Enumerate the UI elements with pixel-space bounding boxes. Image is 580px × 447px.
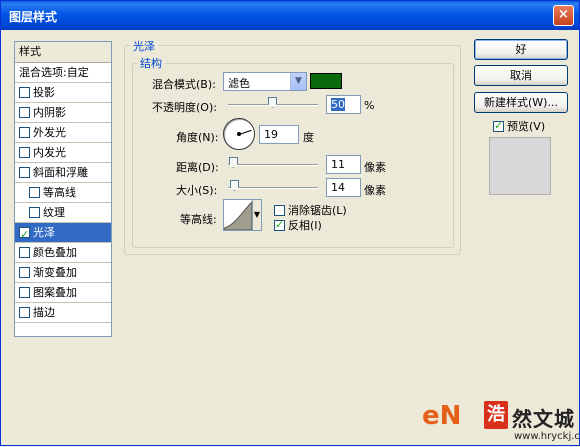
style-list-item[interactable]: 混合选项:自定 [15, 63, 111, 83]
distance-input[interactable]: 11 [326, 155, 361, 174]
style-item-checkbox[interactable] [19, 247, 30, 258]
style-item-label: 描边 [33, 306, 55, 319]
cancel-button[interactable]: 取消 [474, 65, 568, 86]
contour-curve-icon [223, 200, 253, 231]
watermark-name: 然文城 [512, 407, 575, 431]
angle-dial-hub [237, 132, 241, 136]
style-item-checkbox[interactable] [19, 147, 30, 158]
antialias-label: 消除锯齿(L) [288, 204, 347, 217]
opacity-unit: % [364, 99, 375, 112]
style-item-checkbox[interactable] [19, 127, 30, 138]
style-item-label: 颜色叠加 [33, 246, 77, 259]
watermark-brand-prefix: eN [422, 401, 462, 431]
angle-unit: 度 [303, 131, 314, 144]
style-list-item[interactable]: 图案叠加 [15, 283, 111, 303]
style-item-label: 内发光 [33, 146, 66, 159]
distance-unit: 像素 [364, 161, 386, 174]
chevron-down-icon[interactable]: ▼ [290, 73, 306, 90]
style-list-header[interactable]: 样式 [15, 42, 111, 63]
size-label: 大小(S): [176, 184, 218, 197]
style-item-checkbox[interactable] [19, 225, 30, 244]
new-style-button[interactable]: 新建样式(W)... [474, 92, 568, 113]
angle-input[interactable]: 19 [259, 125, 299, 144]
structure-group-title: 结构 [137, 55, 165, 71]
blend-mode-label: 混合模式(B): [152, 78, 216, 91]
opacity-value: 50 [331, 98, 345, 111]
style-item-label: 斜面和浮雕 [33, 166, 88, 179]
style-list-item[interactable]: 渐变叠加 [15, 263, 111, 283]
style-item-checkbox[interactable] [29, 207, 40, 218]
style-item-label: 混合选项:自定 [19, 66, 89, 79]
style-list-item[interactable]: 投影 [15, 83, 111, 103]
window-title: 图层样式 [9, 10, 58, 24]
ok-button[interactable]: 好 [474, 39, 568, 60]
opacity-input[interactable]: 50 [326, 95, 361, 114]
size-input[interactable]: 14 [326, 178, 361, 197]
preview-swatch [489, 137, 551, 195]
style-list-item[interactable]: 内阴影 [15, 103, 111, 123]
contour-picker[interactable] [223, 199, 253, 231]
style-list-item[interactable]: 描边 [15, 303, 111, 323]
satin-color-swatch[interactable] [310, 73, 342, 89]
style-list-item[interactable]: 光泽 [15, 223, 111, 244]
distance-slider[interactable] [228, 164, 318, 166]
preview-checkbox[interactable] [493, 119, 504, 132]
size-slider[interactable] [228, 187, 318, 189]
angle-dial[interactable] [223, 118, 255, 150]
angle-label: 角度(N): [176, 131, 219, 144]
style-item-checkbox[interactable] [19, 267, 30, 278]
style-item-checkbox[interactable] [19, 167, 30, 178]
style-item-checkbox[interactable] [19, 307, 30, 318]
antialias-option[interactable]: 消除锯齿(L) [274, 202, 347, 218]
contour-label: 等高线: [180, 213, 217, 226]
style-list: 样式 混合选项:自定投影内阴影外发光内发光斜面和浮雕等高线纹理光泽颜色叠加渐变叠… [14, 41, 112, 337]
watermark-logo: 浩 [484, 401, 508, 429]
style-item-label: 等高线 [43, 186, 76, 199]
contour-dropdown-arrow[interactable]: ▼ [252, 199, 262, 231]
title-bar[interactable]: 图层样式 × [1, 1, 579, 30]
opacity-label: 不透明度(O): [152, 101, 217, 114]
layer-style-dialog: 图层样式 × 样式 混合选项:自定投影内阴影外发光内发光斜面和浮雕等高线纹理光泽… [0, 0, 580, 446]
style-item-label: 图案叠加 [33, 286, 77, 299]
style-list-item[interactable]: 内发光 [15, 143, 111, 163]
invert-label: 反相(I) [288, 219, 322, 232]
style-item-label: 渐变叠加 [33, 266, 77, 279]
size-unit: 像素 [364, 184, 386, 197]
style-item-label: 纹理 [43, 206, 65, 219]
satin-group-title: 光泽 [130, 38, 158, 54]
invert-checkbox[interactable] [274, 218, 285, 231]
style-item-label: 光泽 [33, 226, 55, 239]
style-item-label: 外发光 [33, 126, 66, 139]
antialias-checkbox[interactable] [274, 205, 285, 216]
style-item-label: 内阴影 [33, 106, 66, 119]
preview-label: 预览(V) [507, 120, 546, 133]
style-item-checkbox[interactable] [19, 87, 30, 98]
style-item-label: 投影 [33, 86, 55, 99]
style-list-item[interactable]: 外发光 [15, 123, 111, 143]
distance-label: 距离(D): [176, 161, 219, 174]
watermark: eN 浩 然文城 www.hryckj.cn [422, 401, 580, 447]
close-button[interactable]: × [553, 5, 574, 26]
style-list-item[interactable]: 颜色叠加 [15, 243, 111, 263]
angle-value: 19 [264, 128, 278, 141]
preview-option[interactable]: 预览(V) [493, 118, 545, 134]
style-list-item[interactable]: 纹理 [15, 203, 111, 223]
distance-value: 11 [331, 158, 345, 171]
style-item-checkbox[interactable] [19, 107, 30, 118]
invert-option[interactable]: 反相(I) [274, 217, 322, 233]
blend-mode-select[interactable]: 滤色 ▼ [223, 72, 307, 91]
blend-mode-value: 滤色 [228, 77, 250, 90]
style-list-item[interactable]: 斜面和浮雕 [15, 163, 111, 183]
style-list-item[interactable]: 等高线 [15, 183, 111, 203]
style-item-checkbox[interactable] [29, 187, 40, 198]
watermark-url: www.hryckj.cn [514, 431, 580, 442]
size-value: 14 [331, 181, 345, 194]
style-item-checkbox[interactable] [19, 287, 30, 298]
